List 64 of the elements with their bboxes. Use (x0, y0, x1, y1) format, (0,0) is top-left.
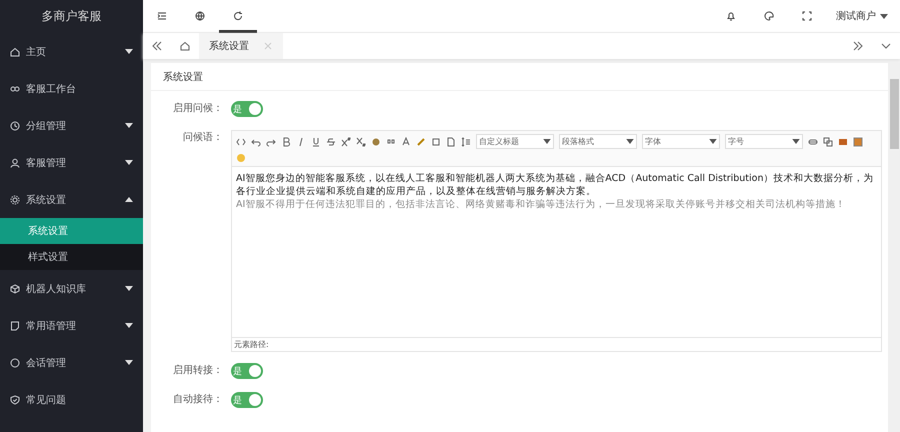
editor-paragraph: AI智服您身边的智能客服系统，以在线人工客服和智能机器人两大系统为基础，融合ACD（Automatic Call Distribution）技术和大数据分析，为各行业企业提供云端和系统自建的应用产品，以及整体在线营销与服务解决方案。 (236, 172, 874, 198)
tab[interactable]: 系统设置 (199, 33, 283, 59)
text-color-icon[interactable] (401, 136, 411, 146)
caret-icon (626, 139, 634, 144)
field-label: 启用问候： (172, 102, 224, 116)
editor-paragraph: AI智服不得用于任何违法犯罪目的，包括非法言论、网络黄赌毒和诈骗等违法行为，一旦发现将采取关停账号并移交相关司法机构等措施！ (236, 198, 846, 211)
sidebar-item[interactable]: 分组管理 (0, 107, 143, 144)
clock-icon (10, 120, 20, 130)
double-chevron-right-icon[interactable] (853, 41, 863, 51)
link-icon[interactable] (808, 136, 818, 146)
shield-icon (10, 394, 20, 404)
underline-icon[interactable] (311, 136, 321, 146)
undo-icon[interactable] (251, 136, 261, 146)
home-icon (10, 46, 20, 56)
scrollbar-thumb[interactable] (890, 79, 898, 149)
caret-icon (709, 139, 717, 144)
unlink-icon[interactable] (823, 136, 833, 146)
source-icon[interactable] (236, 136, 246, 146)
element-path: 元素路径: (232, 337, 881, 351)
rich-text-editor[interactable] (231, 130, 882, 352)
double-chevron-left-icon[interactable] (152, 41, 162, 51)
home-icon[interactable] (180, 41, 190, 51)
user-menu[interactable]: 测试商户 (836, 9, 888, 23)
strikethrough-icon[interactable] (326, 136, 336, 146)
toolbar-dropdown[interactable]: 字号 (725, 134, 803, 149)
field-label: 启用转接： (172, 364, 224, 378)
link-icon (10, 84, 20, 94)
sidebar-item[interactable]: 常见问题 (0, 381, 143, 418)
field-label: 自动接待： (172, 392, 224, 407)
refresh-icon[interactable] (233, 11, 243, 21)
caret-icon (880, 14, 888, 18)
sidebar-item[interactable]: 常用语管理 (0, 307, 143, 344)
sidebar-item[interactable]: 会话管理 (0, 344, 143, 381)
bell-icon[interactable] (726, 11, 736, 21)
gear-icon (10, 194, 20, 204)
fullscreen-icon[interactable] (802, 11, 812, 21)
sidebar-item[interactable]: 客服工作台 (0, 70, 143, 107)
toolbar-dropdown[interactable]: 字体 (642, 134, 720, 149)
chevron-down-icon[interactable] (881, 41, 891, 51)
sidebar-item[interactable]: 客服管理 (0, 144, 143, 181)
caret-icon (543, 139, 551, 144)
sidebar-item[interactable]: 系统设置 (0, 181, 143, 218)
redo-icon[interactable] (266, 136, 276, 146)
globe-icon[interactable] (195, 11, 205, 21)
submenu-item[interactable]: 样式设置 (0, 244, 143, 270)
user-icon (10, 158, 20, 168)
bold-icon[interactable] (281, 136, 291, 146)
palette-icon[interactable] (764, 11, 774, 21)
toolbar-dropdown[interactable]: 自定义标题 (476, 134, 554, 149)
close-icon (263, 41, 273, 51)
sidebar-item[interactable]: 机器人知识库 (0, 270, 143, 307)
caret-icon (792, 139, 800, 144)
field-label: 问候语： (182, 131, 224, 145)
superscript-icon[interactable] (341, 136, 351, 146)
sidebar-item[interactable]: 主页 (0, 33, 143, 70)
toolbar-dropdown[interactable]: 段落格式 (559, 134, 637, 149)
panel-title: 系统设置 (151, 63, 888, 91)
subscript-icon[interactable] (356, 136, 366, 146)
note-icon (10, 320, 20, 330)
cube-icon (10, 284, 20, 294)
line-height-icon[interactable] (461, 136, 471, 146)
app-title: 多商户客服 (40, 8, 102, 25)
menu-icon[interactable] (157, 11, 167, 21)
page-icon[interactable] (446, 136, 456, 146)
